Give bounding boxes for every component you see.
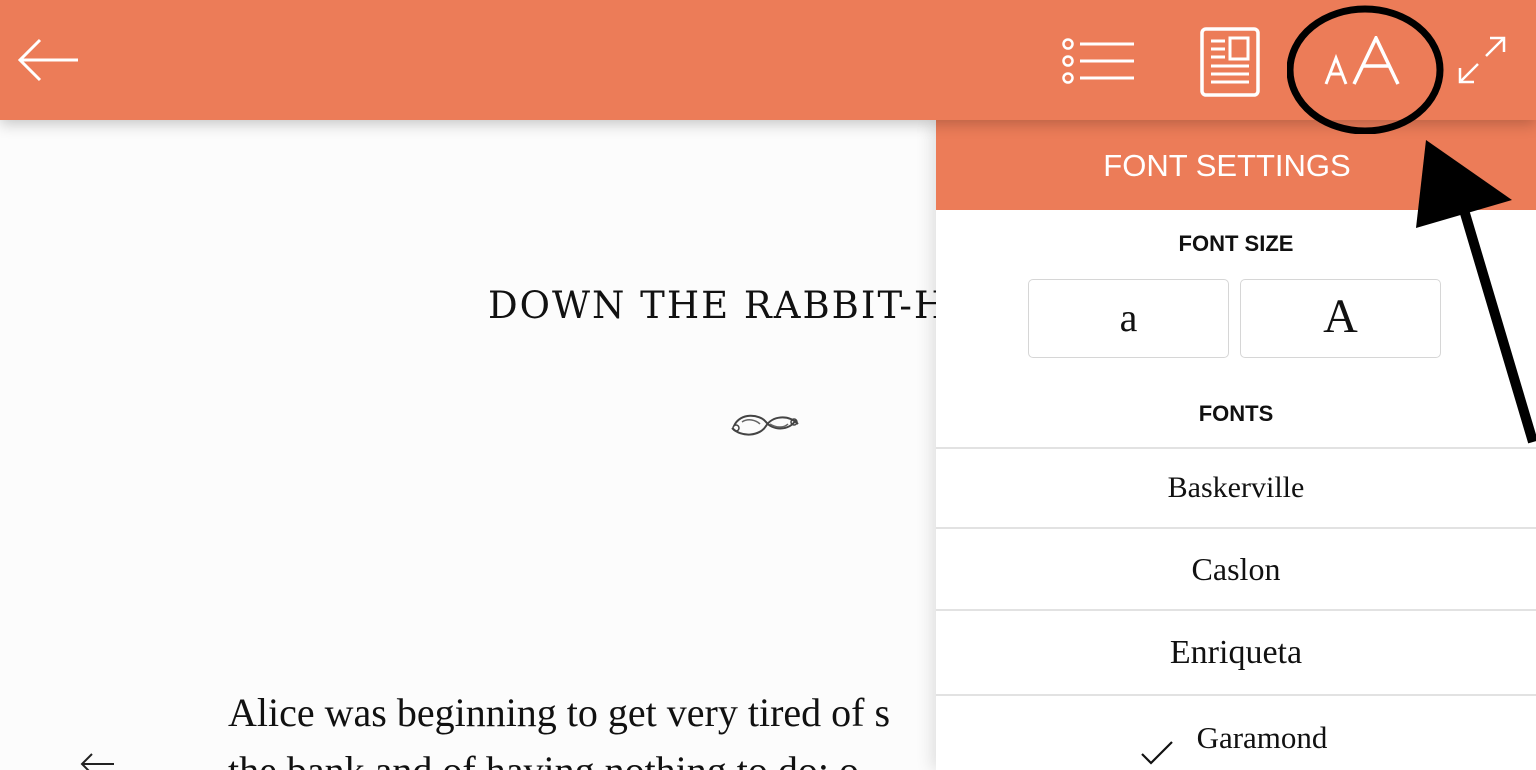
list-icon [1062, 38, 1134, 84]
font-option-label: Garamond [1196, 720, 1328, 755]
paragraph-line: Alice was beginning to get very tired of… [228, 690, 891, 735]
font-option-baskerville[interactable]: Baskerville [936, 449, 1536, 529]
font-option-garamond[interactable]: Garamond [936, 696, 1536, 770]
font-size-label: FONT SIZE [1178, 231, 1294, 256]
fleuron-ornament-icon [726, 406, 802, 447]
font-list: Baskerville Caslon Enriqueta Garamond [936, 447, 1536, 770]
arrow-left-icon [18, 38, 78, 82]
font-size-aa-icon [1324, 36, 1400, 85]
paragraph-line: the bank and of having nothing to do: o [228, 748, 859, 770]
previous-page-button[interactable] [80, 752, 116, 770]
font-option-caslon[interactable]: Caslon [936, 529, 1536, 611]
fullscreen-button[interactable] [1456, 34, 1508, 86]
decrease-font-size-button[interactable]: a [1028, 279, 1229, 358]
font-option-label: Caslon [1191, 551, 1281, 587]
page-info-button[interactable] [1200, 27, 1260, 97]
expand-icon [1458, 36, 1506, 84]
reader-toolbar [0, 0, 1536, 120]
font-option-label: Enriqueta [1169, 634, 1303, 671]
document-icon [1200, 27, 1260, 97]
fonts-label: FONTS [1198, 401, 1274, 426]
chapter-title: DOWN THE RABBIT-H [488, 284, 949, 327]
ebook-reader: DOWN THE RABBIT-H Alice was beginning to… [0, 0, 1536, 770]
font-settings-button[interactable] [1322, 36, 1402, 88]
arrow-left-icon [80, 753, 114, 770]
chapter-paragraph: Alice was beginning to get very tired of… [228, 684, 890, 770]
panel-title: FONT SETTINGS [936, 120, 1536, 210]
font-option-label: Baskerville [1167, 471, 1305, 504]
increase-font-size-button[interactable]: A [1240, 279, 1441, 358]
font-settings-panel: FONT SETTINGS FONT SIZE a A FONTS Basker… [936, 120, 1536, 770]
back-button[interactable] [18, 38, 80, 82]
table-of-contents-button[interactable] [1060, 38, 1136, 86]
checkmark-icon [1140, 720, 1174, 770]
font-option-enriqueta[interactable]: Enriqueta [936, 611, 1536, 696]
